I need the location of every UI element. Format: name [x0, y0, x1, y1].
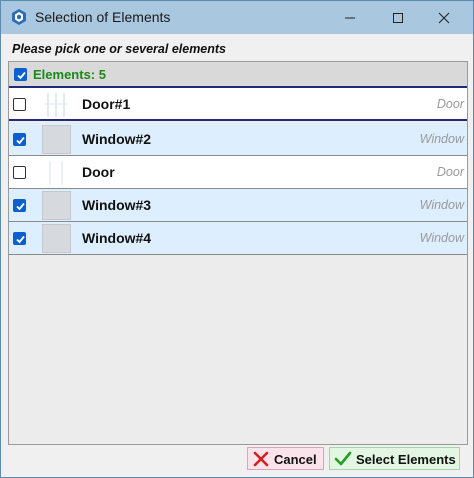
select-all-checkbox[interactable]: [14, 68, 27, 86]
door-thumbnail: [42, 158, 71, 187]
row-checkbox[interactable]: [13, 133, 26, 151]
elements-count-label: Elements: 5: [33, 67, 106, 82]
row-checkbox[interactable]: [13, 166, 26, 184]
element-type: Window: [419, 198, 464, 212]
element-type: Door: [436, 97, 464, 111]
row-checkbox[interactable]: [13, 232, 26, 250]
window-title: Selection of Elements: [35, 9, 171, 25]
list-header[interactable]: Elements: 5: [9, 62, 467, 88]
element-type: Window: [419, 132, 464, 146]
red-x-icon: [252, 450, 270, 468]
cancel-button[interactable]: Cancel: [247, 447, 324, 470]
cancel-label: Cancel: [274, 452, 317, 467]
list-item[interactable]: Door Door: [9, 156, 467, 189]
maximize-button[interactable]: [375, 1, 421, 34]
select-elements-button[interactable]: Select Elements: [329, 447, 460, 470]
row-checkbox[interactable]: [13, 199, 26, 217]
app-logo-icon: [10, 8, 28, 26]
minimize-icon: [345, 17, 355, 18]
green-check-icon: [334, 450, 352, 468]
element-name: Window#4: [82, 230, 152, 246]
element-name: Door: [82, 164, 115, 180]
list-item[interactable]: Window#3 Window: [9, 189, 467, 222]
window-thumbnail: [42, 224, 71, 253]
element-type: Window: [419, 231, 464, 245]
window-thumbnail: [42, 191, 71, 220]
select-elements-label: Select Elements: [356, 452, 456, 467]
list-item[interactable]: Door#1 Door: [9, 88, 467, 121]
instruction-text: Please pick one or several elements: [12, 42, 227, 56]
checkmark-icon: [17, 71, 26, 80]
element-name: Window#2: [82, 131, 152, 147]
maximize-icon: [393, 12, 403, 23]
minimize-button[interactable]: [327, 1, 373, 34]
element-type: Door: [436, 165, 464, 179]
selection-dialog: Selection of Elements Please pick one or…: [0, 0, 474, 478]
close-button[interactable]: [421, 1, 467, 34]
door-thumbnail: [42, 90, 71, 119]
list-item[interactable]: Window#2 Window: [9, 123, 467, 156]
window-thumbnail: [42, 125, 71, 154]
close-icon: [438, 12, 450, 23]
row-checkbox[interactable]: [13, 98, 26, 116]
element-name: Door#1: [82, 96, 131, 112]
checkmark-icon: [16, 136, 25, 145]
list-item[interactable]: Window#4 Window: [9, 222, 467, 255]
title-bar[interactable]: Selection of Elements: [1, 1, 473, 34]
checkmark-icon: [16, 235, 25, 244]
checkmark-icon: [16, 202, 25, 211]
elements-list[interactable]: Elements: 5 Door#1 Door Window#2 Window …: [8, 61, 468, 445]
element-name: Window#3: [82, 197, 152, 213]
